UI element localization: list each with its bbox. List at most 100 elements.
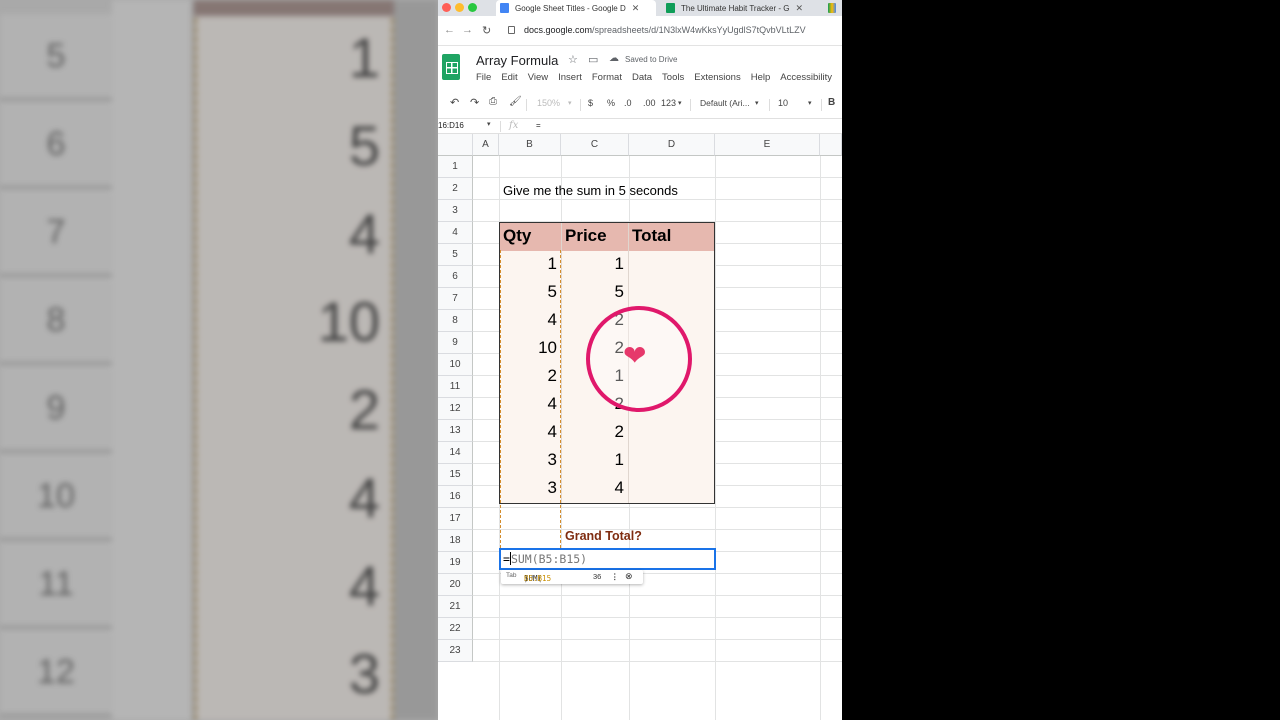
- percent-button[interactable]: %: [607, 98, 615, 108]
- sheet-grid[interactable]: 23 22 21 20 19 18 17 16 15 14 13 12 11 10 9 8 7 6 5 4 3 2 1 E D C…: [438, 134, 842, 720]
- row-header-13[interactable]: 13: [438, 420, 473, 442]
- zoom-value: 10: [317, 289, 380, 353]
- column-header-e[interactable]: E: [715, 134, 820, 156]
- row-header-16[interactable]: 16: [438, 486, 473, 508]
- star-icon[interactable]: ☆: [568, 53, 578, 66]
- menu-item-format[interactable]: Format: [592, 72, 622, 83]
- zoom-row-number: 8: [0, 278, 112, 364]
- formula-input[interactable]: =: [536, 121, 541, 130]
- row-header-3[interactable]: 3: [438, 200, 473, 222]
- zoomed-background-left: 5 1 6 5 7 4 8 10 9 2 10 4 11 4 12 3: [0, 0, 438, 720]
- formula-suggestion[interactable]: Tab SUM(B5:B15) 36 ⋮ ⊗: [501, 570, 643, 584]
- menu-item-extensions[interactable]: Extensions: [694, 72, 740, 83]
- column-header-c[interactable]: C: [561, 134, 629, 156]
- increase-decimal-button[interactable]: .00: [643, 98, 656, 108]
- print-icon[interactable]: ⎙: [489, 96, 497, 107]
- price-cell[interactable]: 2: [562, 422, 624, 442]
- row-header-23[interactable]: 23: [438, 640, 473, 662]
- row-header-9[interactable]: 9: [438, 332, 473, 354]
- prompt-text[interactable]: Give me the sum in 5 seconds: [503, 183, 678, 198]
- undo-icon[interactable]: ↶: [450, 96, 459, 109]
- close-window-icon[interactable]: [442, 3, 451, 12]
- cloud-icon[interactable]: ☁: [609, 53, 619, 64]
- row-header-22[interactable]: 22: [438, 618, 473, 640]
- paint-format-icon[interactable]: 🖌: [509, 96, 522, 107]
- bold-button[interactable]: B: [828, 97, 835, 108]
- menu-item-view[interactable]: View: [528, 72, 548, 83]
- header-qty[interactable]: Qty: [503, 226, 531, 246]
- price-cell[interactable]: 4: [562, 478, 624, 498]
- more-options-icon[interactable]: ⋮: [611, 572, 619, 581]
- save-status[interactable]: Saved to Drive: [625, 55, 677, 64]
- close-tab-icon[interactable]: ✕: [795, 3, 803, 14]
- price-cell[interactable]: 1: [562, 450, 624, 470]
- header-price[interactable]: Price: [565, 226, 607, 246]
- row-header-5[interactable]: 5: [438, 244, 473, 266]
- font-size-select[interactable]: 10: [778, 98, 788, 108]
- row-header-4[interactable]: 4: [438, 222, 473, 244]
- row-header-11[interactable]: 11: [438, 376, 473, 398]
- reload-icon[interactable]: ↻: [482, 24, 491, 37]
- zoom-row-number: 12: [0, 630, 112, 716]
- header-total[interactable]: Total: [632, 226, 671, 246]
- currency-button[interactable]: $: [588, 98, 593, 108]
- tab-google-sheet-titles[interactable]: Google Sheet Titles - Google D ✕: [496, 0, 656, 16]
- price-cell[interactable]: 5: [562, 282, 624, 302]
- menu-item-file[interactable]: File: [476, 72, 491, 83]
- row-header-6[interactable]: 6: [438, 266, 473, 288]
- row-header-8[interactable]: 8: [438, 310, 473, 332]
- menu-item-tools[interactable]: Tools: [662, 72, 684, 83]
- back-icon[interactable]: ←: [444, 24, 455, 36]
- formula-equals: =: [503, 552, 510, 566]
- row-header-2[interactable]: 2: [438, 178, 473, 200]
- forward-icon[interactable]: →: [462, 24, 473, 36]
- dismiss-icon[interactable]: ⊗: [625, 571, 633, 582]
- font-select[interactable]: Default (Ari...: [700, 98, 750, 108]
- row-header-14[interactable]: 14: [438, 442, 473, 464]
- row-header-15[interactable]: 15: [438, 464, 473, 486]
- row-header-18[interactable]: 18: [438, 530, 473, 552]
- column-header-overflow[interactable]: [820, 134, 842, 156]
- row-header-12[interactable]: 12: [438, 398, 473, 420]
- row-header-17[interactable]: 17: [438, 508, 473, 530]
- row-header-20[interactable]: 20: [438, 574, 473, 596]
- menu-item-edit[interactable]: Edit: [501, 72, 517, 83]
- menu-item-data[interactable]: Data: [632, 72, 652, 83]
- video-frame: 5 1 6 5 7 4 8 10 9 2 10 4 11 4 12 3 Google Sheet Titles…: [0, 0, 1280, 720]
- row-header-19[interactable]: 19: [438, 552, 473, 574]
- move-folder-icon[interactable]: ▭: [588, 53, 598, 66]
- row-header-10[interactable]: 10: [438, 354, 473, 376]
- menu-item-accessibility[interactable]: Accessibility: [780, 72, 832, 83]
- document-title[interactable]: Array Formula: [476, 53, 558, 68]
- menu-item-insert[interactable]: Insert: [558, 72, 582, 83]
- docs-favicon-icon: [500, 3, 509, 13]
- tab-habit-tracker[interactable]: The Ultimate Habit Tracker - G ✕: [662, 0, 824, 16]
- minimize-window-icon[interactable]: [455, 3, 464, 12]
- name-box[interactable]: 16:D16: [438, 121, 464, 130]
- row-header-1[interactable]: 1: [438, 156, 473, 178]
- price-cell[interactable]: 1: [562, 254, 624, 274]
- formula-edit-cell[interactable]: =SUM(B5:B15): [499, 548, 716, 570]
- close-tab-icon[interactable]: ✕: [632, 3, 640, 14]
- url-field[interactable]: docs.google.com/spreadsheets/d/1N3lxW4wK…: [524, 25, 806, 35]
- menu-item-help[interactable]: Help: [751, 72, 771, 83]
- sheets-logo-icon[interactable]: [442, 54, 460, 80]
- select-all-corner[interactable]: [438, 134, 473, 156]
- row-header-21[interactable]: 21: [438, 596, 473, 618]
- row-header-7[interactable]: 7: [438, 288, 473, 310]
- maximize-window-icon[interactable]: [468, 3, 477, 12]
- toolbar-divider: [769, 99, 770, 111]
- chevron-down-icon[interactable]: ▾: [487, 120, 491, 128]
- suggestion-result: 36: [593, 572, 602, 581]
- decrease-decimal-button[interactable]: .0: [624, 98, 632, 108]
- zoom-select[interactable]: 150%: [537, 98, 560, 108]
- column-header-a[interactable]: A: [473, 134, 499, 156]
- zoom-value: 1: [348, 25, 380, 89]
- number-format-button[interactable]: 123: [661, 98, 676, 108]
- column-header-b[interactable]: B: [499, 134, 561, 156]
- column-header-d[interactable]: D: [629, 134, 715, 156]
- tab-drive[interactable]: [828, 0, 842, 16]
- grand-total-label[interactable]: Grand Total?: [565, 529, 642, 543]
- redo-icon[interactable]: ↷: [470, 96, 479, 109]
- chevron-down-icon: ▾: [808, 100, 812, 107]
